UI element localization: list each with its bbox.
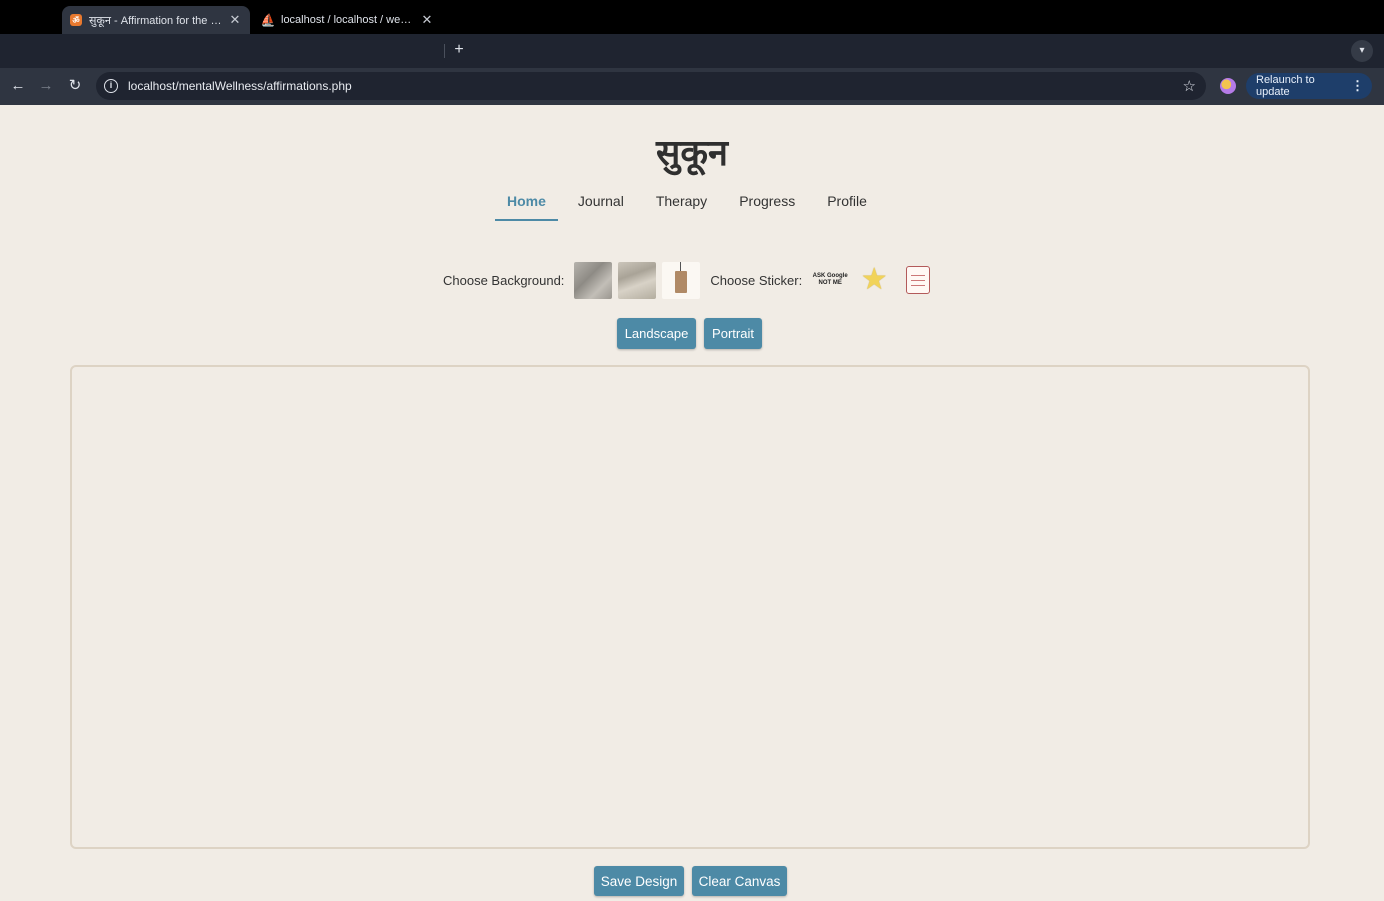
background-option-stone[interactable] bbox=[574, 261, 613, 299]
background-option-paper[interactable] bbox=[618, 261, 657, 299]
back-arrow-icon[interactable]: ← bbox=[9, 77, 27, 95]
close-tab-icon[interactable]: ✕ bbox=[420, 12, 434, 28]
nav-therapy[interactable]: Therapy bbox=[644, 189, 719, 221]
browser-toolbar: ← → ↻ i localhost/mentalWellness/affirma… bbox=[0, 68, 1384, 105]
star-icon: ★ bbox=[860, 263, 888, 296]
site-logo-title: सुकून bbox=[656, 133, 728, 174]
sticker-google-text: ASK Google NOT ME bbox=[812, 273, 848, 286]
portrait-button[interactable]: Portrait bbox=[704, 318, 762, 349]
choose-background-label: Choose Background: bbox=[443, 272, 565, 288]
nav-progress[interactable]: Progress bbox=[727, 189, 807, 221]
tab-search-chevron-icon[interactable]: ▾ bbox=[1351, 40, 1373, 62]
nav-journal[interactable]: Journal bbox=[566, 189, 636, 221]
main-nav: Home Journal Therapy Progress Profile bbox=[495, 189, 887, 221]
notepad-icon bbox=[906, 266, 931, 294]
background-option-tag[interactable] bbox=[662, 261, 701, 299]
design-options-bar: Choose Background: Choose Sticker: ASK G… bbox=[443, 260, 944, 300]
page-content: सुकून Home Journal Therapy Progress Prof… bbox=[0, 105, 1384, 901]
sticker-star-icon[interactable]: ★ bbox=[856, 262, 892, 298]
nav-home[interactable]: Home bbox=[495, 189, 558, 221]
new-tab-button[interactable]: + bbox=[450, 40, 468, 60]
reload-icon[interactable]: ↻ bbox=[66, 77, 84, 95]
browser-tab-inactive[interactable]: ⛵ localhost / localhost / webApp ✕ bbox=[254, 6, 442, 34]
tab-title: localhost / localhost / webApp bbox=[281, 14, 416, 26]
orientation-controls: Landscape Portrait bbox=[617, 318, 762, 349]
canvas-actions: Save Design Clear Canvas bbox=[594, 866, 787, 896]
bookmark-star-icon[interactable]: ☆ bbox=[1183, 77, 1196, 95]
tab-title: सुकून - Affirmation for the Day bbox=[89, 14, 224, 27]
app-favicon-icon: ॐ bbox=[70, 14, 82, 26]
design-canvas[interactable] bbox=[70, 365, 1310, 849]
close-tab-icon[interactable]: ✕ bbox=[228, 12, 242, 28]
clear-canvas-button[interactable]: Clear Canvas bbox=[692, 866, 787, 896]
site-info-icon[interactable]: i bbox=[104, 79, 118, 93]
tag-image bbox=[675, 262, 688, 293]
sticker-note-icon[interactable] bbox=[900, 262, 936, 298]
address-bar[interactable]: i localhost/mentalWellness/affirmations.… bbox=[96, 72, 1206, 100]
url-text: localhost/mentalWellness/affirmations.ph… bbox=[128, 79, 352, 93]
more-menu-icon[interactable]: ⋮ bbox=[1351, 78, 1364, 94]
sticker-ask-google[interactable]: ASK Google NOT ME bbox=[812, 262, 848, 298]
tab-separator bbox=[444, 44, 445, 58]
relaunch-label: Relaunch to update bbox=[1256, 74, 1315, 98]
relaunch-update-button[interactable]: Relaunch to update ⋮ bbox=[1246, 73, 1372, 99]
nav-profile[interactable]: Profile bbox=[815, 189, 879, 221]
save-design-button[interactable]: Save Design bbox=[594, 866, 684, 896]
phpmyadmin-favicon-icon: ⛵ bbox=[260, 13, 276, 27]
profile-avatar-icon[interactable] bbox=[1220, 78, 1236, 94]
browser-tab-active[interactable]: ॐ सुकून - Affirmation for the Day ✕ bbox=[62, 6, 250, 34]
choose-sticker-label: Choose Sticker: bbox=[710, 272, 803, 288]
landscape-button[interactable]: Landscape bbox=[617, 318, 696, 349]
browser-tab-strip bbox=[0, 34, 1384, 68]
forward-arrow-icon[interactable]: → bbox=[37, 77, 55, 95]
